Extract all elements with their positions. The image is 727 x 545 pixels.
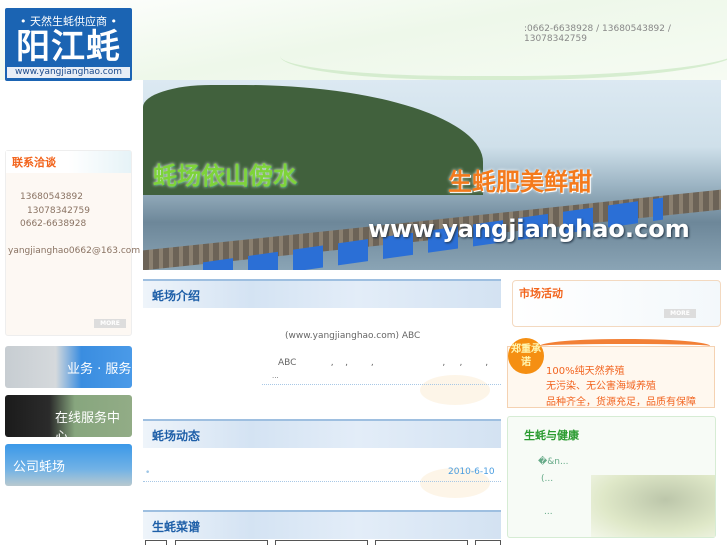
banner-slogan-left: 蚝场依山傍水 xyxy=(153,162,297,190)
news-section-title[interactable]: 蚝场动态 xyxy=(143,419,501,448)
company-farm-label: 公司蚝场 xyxy=(13,460,66,475)
promise-item: 无污染、无公害海域养殖 xyxy=(546,381,656,392)
market-box: 市场活动 MORE xyxy=(512,280,721,327)
contact-title: 联系洽谈 xyxy=(6,151,131,173)
recipe-thumb[interactable] xyxy=(475,540,501,545)
intro-divider xyxy=(262,384,501,385)
logo-title: 阳江蚝 xyxy=(16,27,121,67)
banner-url: www.yangjianghao.com xyxy=(368,215,690,243)
island-decoration xyxy=(420,375,490,405)
news-date: 2010-6-10 xyxy=(448,467,495,477)
header-phone: :0662-6638928 / 13680543892 / 1307834275… xyxy=(524,24,671,44)
intro-section-title[interactable]: 蚝场介绍 xyxy=(143,279,501,308)
site-logo[interactable]: • 天然生蚝供应商 • 阳江蚝 www.yangjianghao.com xyxy=(5,8,132,81)
promise-badge: 郑重承诺 xyxy=(508,338,544,374)
health-item[interactable]: ... xyxy=(544,507,553,517)
health-item[interactable]: �&n... xyxy=(538,457,569,467)
online-service-button[interactable]: 在线服务中心 xyxy=(5,395,132,445)
contact-phone-1: 13680543892 xyxy=(20,192,83,202)
online-service-label: 在线服务中心 xyxy=(55,411,121,445)
contact-phone-3: 0662-6638928 xyxy=(20,219,87,229)
contact-phone-2: 13078342759 xyxy=(27,206,90,216)
contact-more-button[interactable]: MORE xyxy=(94,319,126,328)
recipes-section-title[interactable]: 生蚝菜谱 xyxy=(143,510,501,539)
intro-line-3: ... xyxy=(272,372,279,380)
logo-tagline: • 天然生蚝供应商 • xyxy=(20,15,117,28)
intro-line-1: (www.yangjianghao.com) ABC xyxy=(285,331,421,341)
recipe-thumb[interactable] xyxy=(175,540,268,545)
business-service-button[interactable]: 业务 · 服务 xyxy=(5,346,132,388)
business-service-label: 业务 · 服务 xyxy=(67,362,132,377)
ribbon-decoration xyxy=(540,339,710,353)
recipe-thumb[interactable] xyxy=(375,540,468,545)
promise-item: 100%纯天然养殖 xyxy=(546,366,625,377)
contact-email[interactable]: yangjianghao0662@163.com xyxy=(8,246,140,256)
oyster-image xyxy=(591,475,715,537)
news-bullet: • xyxy=(145,468,151,478)
market-title[interactable]: 市场活动 xyxy=(513,281,720,301)
intro-line-2: ABC , , , , , , xyxy=(278,358,489,368)
health-box: 生蚝与健康 �&n... (... ... xyxy=(507,416,716,538)
contact-box: 联系洽谈 13680543892 13078342759 0662-663892… xyxy=(5,150,140,336)
banner-slogan-right: 生蚝肥美鲜甜 xyxy=(448,168,592,196)
news-divider xyxy=(143,481,501,482)
logo-url: www.yangjianghao.com xyxy=(7,67,130,78)
company-farm-button[interactable]: 公司蚝场 xyxy=(5,444,132,486)
hero-banner: 蚝场依山傍水 生蚝肥美鲜甜 www.yangjianghao.com xyxy=(143,80,721,270)
market-more-button[interactable]: MORE xyxy=(664,309,696,318)
health-title[interactable]: 生蚝与健康 xyxy=(524,427,579,443)
health-item[interactable]: (... xyxy=(541,474,553,484)
recipe-thumb[interactable] xyxy=(275,540,368,545)
recipe-thumb[interactable] xyxy=(145,540,167,545)
promise-item: 品种齐全，货源充足，品质有保障 xyxy=(546,397,696,408)
